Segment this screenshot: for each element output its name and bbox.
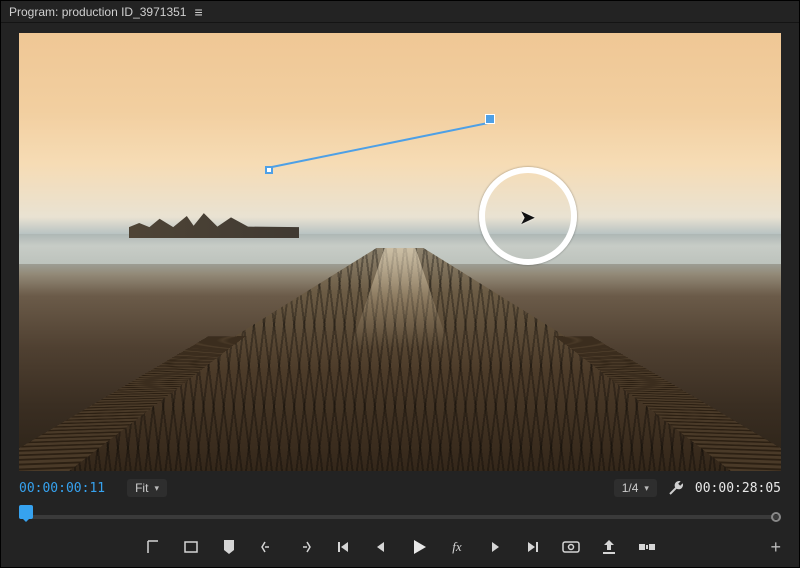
go-to-in-icon[interactable] bbox=[257, 537, 277, 557]
go-to-prev-edit-icon[interactable] bbox=[333, 537, 353, 557]
resolution-dropdown[interactable]: 1/4 ▾ bbox=[614, 479, 657, 497]
mark-out-icon[interactable] bbox=[181, 537, 201, 557]
panel-title-bar: Program: production ID_3971351 ≡ bbox=[1, 1, 799, 23]
transport-info-row: 00:00:00:11 Fit ▾ 1/4 ▾ 00:00:28:05 bbox=[19, 475, 781, 501]
resolution-label: 1/4 bbox=[622, 481, 639, 495]
extract-icon[interactable] bbox=[637, 537, 657, 557]
video-frame-railings bbox=[19, 239, 781, 471]
panel-sequence-name: production ID_3971351 bbox=[62, 5, 187, 19]
zoom-label: Fit bbox=[135, 481, 148, 495]
fx-icon[interactable]: fx bbox=[447, 537, 467, 557]
export-frame-icon[interactable] bbox=[561, 537, 581, 557]
timeline-end-marker[interactable] bbox=[771, 512, 781, 522]
program-monitor[interactable]: ➤ bbox=[19, 33, 781, 471]
chevron-down-icon: ▾ bbox=[644, 483, 649, 494]
chevron-down-icon: ▾ bbox=[154, 483, 159, 494]
mini-timeline-track[interactable] bbox=[19, 515, 781, 519]
motion-path-start-handle[interactable] bbox=[265, 166, 273, 174]
playhead[interactable] bbox=[19, 505, 33, 519]
program-monitor-panel: Program: production ID_3971351 ≡ ➤ 00:00… bbox=[0, 0, 800, 568]
play-icon[interactable] bbox=[409, 537, 429, 557]
step-forward-icon[interactable] bbox=[485, 537, 505, 557]
step-back-icon[interactable] bbox=[371, 537, 391, 557]
motion-path-end-handle[interactable] bbox=[485, 114, 495, 124]
cursor-icon: ➤ bbox=[519, 205, 536, 230]
current-timecode[interactable]: 00:00:00:11 bbox=[19, 481, 105, 496]
mark-in-icon[interactable] bbox=[143, 537, 163, 557]
panel-title-prefix: Program: bbox=[9, 5, 58, 19]
mini-timeline[interactable] bbox=[19, 505, 781, 527]
lift-icon[interactable] bbox=[599, 537, 619, 557]
go-to-out-icon[interactable] bbox=[295, 537, 315, 557]
panel-menu-icon[interactable]: ≡ bbox=[194, 4, 202, 20]
add-marker-icon[interactable] bbox=[219, 537, 239, 557]
zoom-dropdown[interactable]: Fit ▾ bbox=[127, 479, 167, 497]
settings-wrench-icon[interactable] bbox=[667, 479, 685, 497]
add-button[interactable]: + bbox=[770, 537, 781, 558]
transport-button-tray: fx + bbox=[19, 529, 781, 565]
sequence-out-timecode[interactable]: 00:00:28:05 bbox=[695, 481, 781, 496]
go-to-next-edit-icon[interactable] bbox=[523, 537, 543, 557]
